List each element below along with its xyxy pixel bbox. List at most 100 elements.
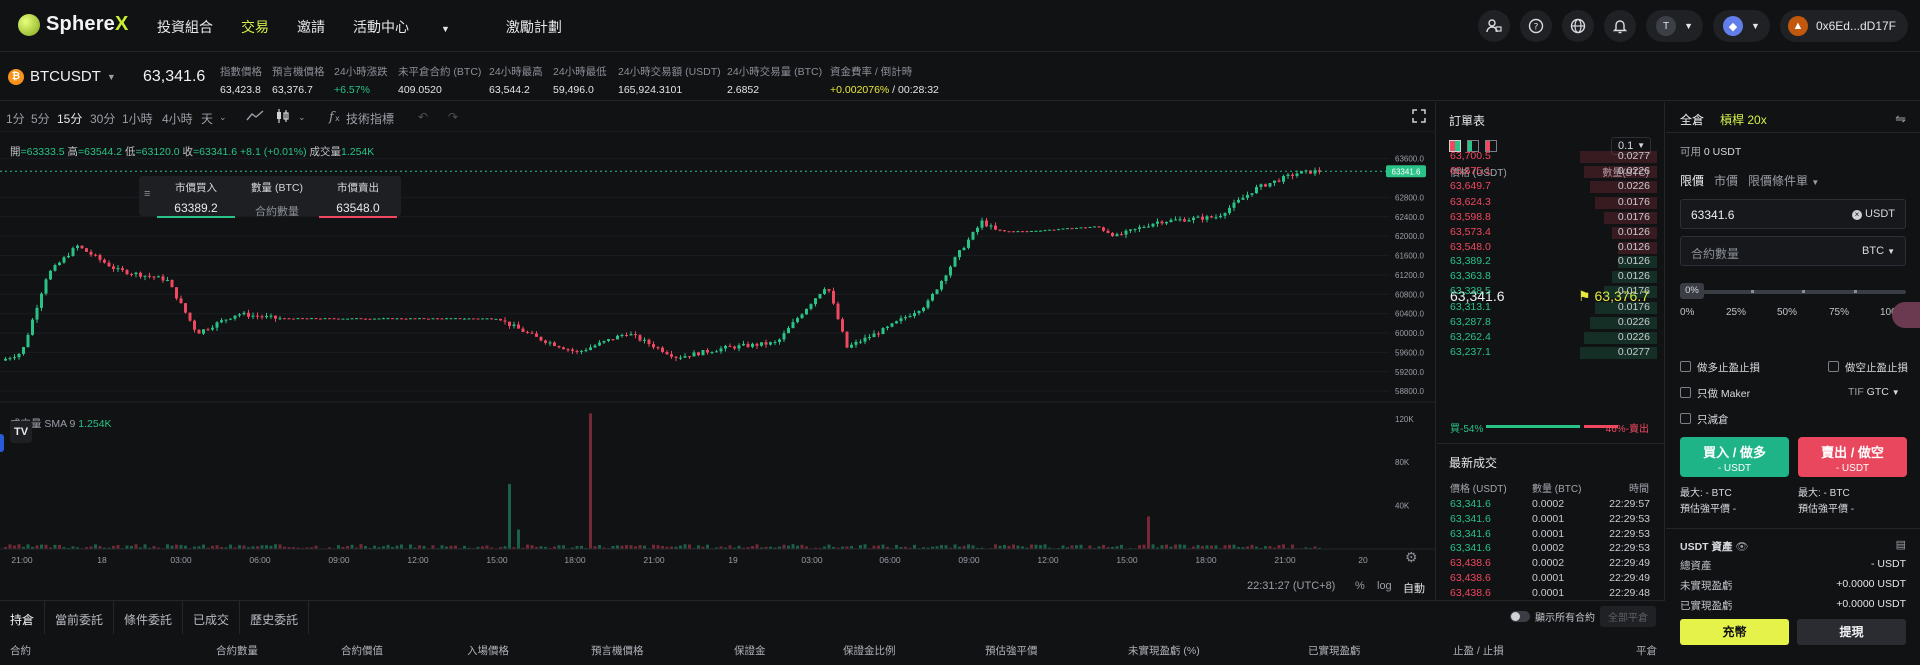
price-input[interactable]: 63341.6 × USDT — [1680, 199, 1906, 229]
show-all-toggle[interactable]: 顯示所有合約 — [1510, 609, 1595, 624]
history-icon[interactable]: ▤ — [1896, 538, 1906, 551]
globe-icon[interactable] — [1562, 10, 1595, 42]
timeframe-4h[interactable]: 4小時 — [162, 110, 193, 127]
timeframe-30m[interactable]: 30分 — [90, 110, 115, 127]
undo-icon[interactable]: ↶ — [418, 110, 428, 124]
deposit-button[interactable]: 充幣 — [1680, 619, 1789, 645]
trade-time: 22:29:53 — [1609, 527, 1650, 540]
candlestick-icon[interactable] — [275, 108, 291, 127]
ask-row[interactable]: 63,598.8 0.0176 — [1437, 211, 1665, 226]
volume-bar — [1138, 545, 1141, 549]
ask-row[interactable]: 63,548.0 0.0126 — [1437, 241, 1665, 256]
margin-mode-tab[interactable]: 全倉 — [1680, 111, 1704, 128]
size-slider[interactable]: 0% — [1680, 281, 1906, 307]
indicators-button[interactable]: 技術指標 — [346, 110, 394, 127]
network-selector[interactable]: ◆ ▼ — [1713, 10, 1770, 42]
redo-icon[interactable]: ↷ — [448, 110, 458, 124]
tif-selector[interactable]: TIF GTC ▼ — [1848, 386, 1900, 398]
account-selector[interactable]: T ▼ — [1646, 10, 1704, 42]
chevron-down-icon[interactable]: ⌄ — [219, 112, 227, 123]
quick-qty-field[interactable]: 數量 (BTC) 合約數量 — [239, 180, 315, 219]
ask-row[interactable]: 63,675.1 0.0226 — [1437, 165, 1665, 180]
order-qty: 0.0176 — [1617, 300, 1650, 313]
reduce-only-checkbox[interactable]: 只減倉 — [1680, 412, 1729, 427]
clear-icon[interactable]: × — [1851, 210, 1862, 220]
help-icon[interactable]: ? — [1520, 10, 1553, 42]
nav-portfolio[interactable]: 投資組合 — [157, 17, 213, 37]
symbol-selector[interactable]: ₿ BTCUSDT ▼ — [8, 68, 116, 85]
candle-body — [1273, 180, 1276, 183]
ask-row[interactable]: 63,649.7 0.0226 — [1437, 180, 1665, 195]
bid-row[interactable]: 63,389.2 0.0126 — [1437, 255, 1665, 270]
drag-handle-icon[interactable]: ≡ — [144, 188, 150, 200]
buy-long-button[interactable]: 買入 / 做多 - USDT — [1680, 437, 1789, 477]
volume-bar — [881, 544, 885, 549]
candle-body — [346, 318, 349, 320]
line-chart-icon[interactable] — [246, 108, 264, 127]
tp-sl-short-checkbox[interactable]: 做空止盈止損 — [1828, 360, 1908, 375]
nav-trade[interactable]: 交易 — [241, 17, 269, 37]
nav-rewards[interactable]: 激勵計劃 — [506, 17, 562, 37]
candle-body — [953, 257, 957, 267]
timeframe-1d[interactable]: 天 — [201, 110, 213, 127]
tab-market[interactable]: 市價 — [1714, 172, 1738, 189]
bell-icon[interactable] — [1604, 10, 1637, 42]
leverage-tab[interactable]: 槓桿 20x — [1720, 111, 1767, 128]
tp-sl-long-checkbox[interactable]: 做多止盈止損 — [1680, 360, 1760, 375]
bid-row[interactable]: 63,338.5 0.0176 — [1437, 285, 1665, 300]
tab-positions[interactable]: 持倉 — [0, 601, 46, 634]
indicator-fx-icon[interactable]: fx — [328, 108, 342, 127]
tab-filled[interactable]: 已成交 — [183, 601, 241, 634]
log-scale-toggle[interactable]: log — [1377, 580, 1392, 592]
chevron-down-icon[interactable]: ⌄ — [298, 112, 306, 123]
wallet-button[interactable]: ▲ 0x6Ed...dD17F — [1779, 10, 1908, 42]
market-sell-button[interactable]: 市價賣出 63548.0 — [319, 180, 397, 218]
x-axis-label: 03:00 — [170, 555, 192, 565]
settings-sliders-icon[interactable]: ⇋ — [1895, 111, 1906, 127]
candle-body — [697, 352, 700, 356]
tab-limit[interactable]: 限價 — [1680, 172, 1704, 189]
tab-conditional[interactable]: 限價條件單 ▼ — [1748, 172, 1819, 189]
chevron-down-icon: ▼ — [1637, 141, 1645, 150]
tab-order-history[interactable]: 歷史委託 — [240, 601, 310, 634]
maker-only-checkbox[interactable]: 只做 Maker — [1680, 386, 1750, 401]
timeframe-1h[interactable]: 1小時 — [122, 110, 153, 127]
candle-body — [310, 318, 313, 320]
bid-row[interactable]: 63,363.8 0.0126 — [1437, 270, 1665, 285]
candle-body — [557, 346, 561, 348]
volume-bar — [1196, 544, 1200, 549]
ask-row[interactable]: 63,573.4 0.0126 — [1437, 226, 1665, 241]
sell-short-button[interactable]: 賣出 / 做空 - USDT — [1798, 437, 1907, 477]
auto-scale-toggle[interactable]: 自動 — [1403, 580, 1425, 596]
withdraw-button[interactable]: 提現 — [1797, 619, 1906, 645]
bid-row[interactable]: 63,313.1 0.0176 — [1437, 301, 1665, 316]
quantity-input[interactable]: 合約數量 BTC ▼ — [1680, 236, 1906, 266]
tab-open-orders[interactable]: 當前委託 — [45, 601, 115, 634]
tradingview-logo[interactable]: TV — [10, 421, 32, 443]
percent-scale-toggle[interactable]: % — [1355, 580, 1365, 592]
volume-bar — [265, 545, 268, 549]
logo[interactable]: SphereX — [18, 13, 129, 36]
chart-settings-icon[interactable]: ⚙ — [1405, 549, 1418, 566]
bid-row[interactable]: 63,237.1 0.0277 — [1437, 346, 1665, 361]
nav-events[interactable]: 活動中心 ▼ — [353, 17, 478, 37]
timeframe-1m[interactable]: 1分 — [6, 110, 25, 127]
timeframe-5m[interactable]: 5分 — [31, 110, 50, 127]
bid-row[interactable]: 63,287.8 0.0226 — [1437, 316, 1665, 331]
slider-handle[interactable] — [1892, 302, 1920, 328]
panel-toggle-handle[interactable] — [0, 434, 4, 452]
ask-row[interactable]: 63,700.5 0.0277 — [1437, 150, 1665, 165]
market-buy-button[interactable]: 市價買入 63389.2 — [157, 180, 235, 218]
candle-body — [382, 318, 385, 320]
ask-row[interactable]: 63,624.3 0.0176 — [1437, 196, 1665, 211]
fullscreen-icon[interactable] — [1412, 109, 1426, 126]
user-wallet-icon[interactable] — [1478, 10, 1511, 42]
nav-invite[interactable]: 邀請 — [297, 17, 325, 37]
candle-body — [638, 335, 642, 341]
close-all-button[interactable]: 全部平倉 — [1600, 606, 1656, 627]
qty-unit-selector[interactable]: BTC ▼ — [1862, 245, 1895, 257]
timeframe-15m[interactable]: 15分 — [57, 110, 82, 127]
tab-conditional-orders[interactable]: 條件委託 — [114, 601, 184, 634]
bid-row[interactable]: 63,262.4 0.0226 — [1437, 331, 1665, 346]
eye-icon[interactable]: 👁 — [1735, 541, 1748, 553]
